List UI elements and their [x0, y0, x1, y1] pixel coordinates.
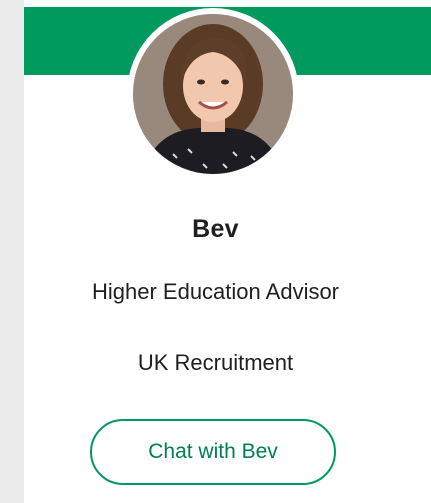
advisor-department: UK Recruitment: [137, 350, 294, 375]
advisor-photo: [133, 14, 293, 174]
advisor-name: Bev: [192, 215, 239, 243]
chat-button[interactable]: Chat with Bev: [90, 419, 336, 485]
avatar-frame: [127, 8, 299, 180]
advisor-card: Bev Higher Education Advisor UK Recruitm…: [24, 0, 431, 503]
advisor-role: Higher Education Advisor: [91, 279, 340, 304]
avatar: [133, 14, 293, 174]
